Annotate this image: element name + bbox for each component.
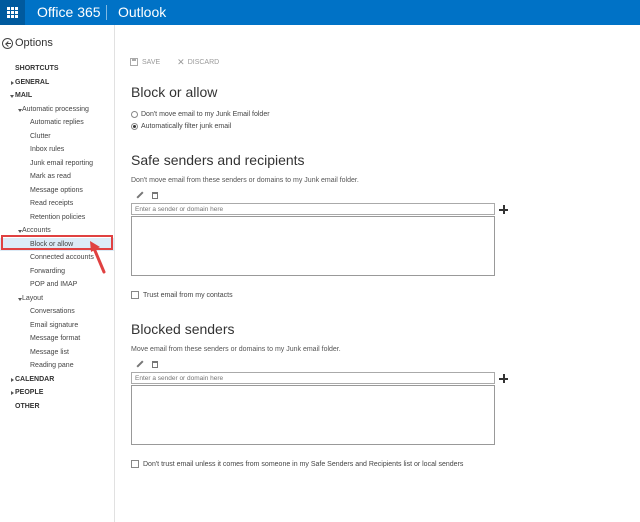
- save-button[interactable]: SAVE: [130, 58, 160, 66]
- trust-contacts-label: Trust email from my contacts: [143, 291, 233, 299]
- radio-dont-move[interactable]: Don't move email to my Junk Email folder: [131, 111, 270, 118]
- options-title: Options: [15, 37, 53, 49]
- sidebar-item-message-list[interactable]: Message list: [0, 346, 114, 360]
- sidebar-item-retention-policies[interactable]: Retention policies: [0, 211, 114, 225]
- blocked-senders-heading: Blocked senders: [131, 321, 235, 337]
- dont-trust-row[interactable]: Don't trust email unless it comes from s…: [131, 460, 463, 468]
- trust-contacts-row[interactable]: Trust email from my contacts: [131, 291, 233, 299]
- blocked-senders-list[interactable]: [131, 385, 495, 445]
- sidebar-item-clutter[interactable]: Clutter: [0, 130, 114, 144]
- dont-trust-label: Don't trust email unless it comes from s…: [143, 460, 464, 468]
- sidebar-item-inbox-rules[interactable]: Inbox rules: [0, 143, 114, 157]
- sidebar-item-mark-as-read[interactable]: Mark as read: [0, 170, 114, 184]
- sidebar-item-message-options[interactable]: Message options: [0, 184, 114, 198]
- sidebar-item-email-signature[interactable]: Email signature: [0, 319, 114, 333]
- app-name[interactable]: Outlook: [118, 4, 166, 20]
- brand-link[interactable]: Office 365: [37, 4, 101, 20]
- app-launcher-button[interactable]: [0, 0, 25, 25]
- sidebar-item-accounts[interactable]: Accounts: [0, 224, 114, 238]
- radio-auto-filter-control[interactable]: [131, 123, 138, 130]
- blocked-sender-input[interactable]: [131, 372, 495, 384]
- discard-x-icon: ✕: [177, 57, 185, 67]
- save-icon: [130, 58, 138, 66]
- trash-icon[interactable]: [152, 191, 158, 199]
- main-content: SAVE ✕ DISCARD Block or allow Don't move…: [116, 25, 640, 522]
- sidebar-item-message-format[interactable]: Message format: [0, 332, 114, 346]
- dont-trust-checkbox[interactable]: [131, 460, 139, 468]
- add-blocked-sender-plus-icon[interactable]: [499, 374, 508, 383]
- radio-dont-move-label: Don't move email to my Junk Email folder: [141, 111, 270, 118]
- sidebar-item-people[interactable]: PEOPLE: [0, 386, 114, 400]
- radio-auto-filter-label: Automatically filter junk email: [141, 123, 232, 130]
- sidebar-item-layout[interactable]: Layout: [0, 292, 114, 306]
- trust-contacts-checkbox[interactable]: [131, 291, 139, 299]
- sidebar-item-mail[interactable]: MAIL: [0, 89, 114, 103]
- blocked-senders-description: Move email from these senders or domains…: [131, 346, 341, 353]
- top-bar: Office 365 Outlook: [0, 0, 640, 25]
- sidebar-item-conversations[interactable]: Conversations: [0, 305, 114, 319]
- sidebar-item-reading-pane[interactable]: Reading pane: [0, 359, 114, 373]
- safe-senders-description: Don't move email from these senders or d…: [131, 177, 359, 184]
- safe-list-tools: [136, 191, 158, 199]
- sidebar-item-shortcuts[interactable]: SHORTCUTS: [0, 62, 114, 76]
- sidebar-item-calendar[interactable]: CALENDAR: [0, 373, 114, 387]
- radio-dont-move-control[interactable]: [131, 111, 138, 118]
- sidebar-item-read-receipts[interactable]: Read receipts: [0, 197, 114, 211]
- safe-senders-list[interactable]: [131, 216, 495, 276]
- blocked-list-tools: [136, 360, 158, 368]
- sidebar-item-general[interactable]: GENERAL: [0, 76, 114, 90]
- back-arrow-icon: [2, 37, 13, 49]
- sidebar-item-automatic-processing[interactable]: Automatic processing: [0, 103, 114, 117]
- pencil-icon[interactable]: [136, 191, 144, 199]
- safe-sender-input[interactable]: [131, 203, 495, 215]
- annotation-arrow-icon: [90, 241, 106, 274]
- discard-label: DISCARD: [187, 58, 220, 66]
- add-safe-sender-plus-icon[interactable]: [499, 205, 508, 214]
- trash-icon[interactable]: [152, 360, 158, 368]
- radio-auto-filter[interactable]: Automatically filter junk email: [131, 123, 231, 130]
- sidebar-item-other[interactable]: OTHER: [0, 400, 114, 414]
- pencil-icon[interactable]: [136, 360, 144, 368]
- options-nav: SHORTCUTS GENERAL MAIL Automatic processing…: [0, 62, 114, 413]
- sidebar-item-pop-and-imap[interactable]: POP and IMAP: [0, 278, 114, 292]
- safe-senders-heading: Safe senders and recipients: [131, 152, 305, 168]
- toolbar: SAVE ✕ DISCARD: [130, 57, 236, 67]
- block-or-allow-heading: Block or allow: [131, 84, 218, 100]
- save-label: SAVE: [142, 58, 161, 66]
- options-back-button[interactable]: Options: [2, 37, 53, 49]
- discard-button[interactable]: ✕ DISCARD: [177, 57, 220, 67]
- sidebar-item-junk-email-reporting[interactable]: Junk email reporting: [0, 157, 114, 171]
- header-divider: [106, 5, 107, 20]
- sidebar-item-automatic-replies[interactable]: Automatic replies: [0, 116, 114, 130]
- waffle-icon: [7, 7, 18, 18]
